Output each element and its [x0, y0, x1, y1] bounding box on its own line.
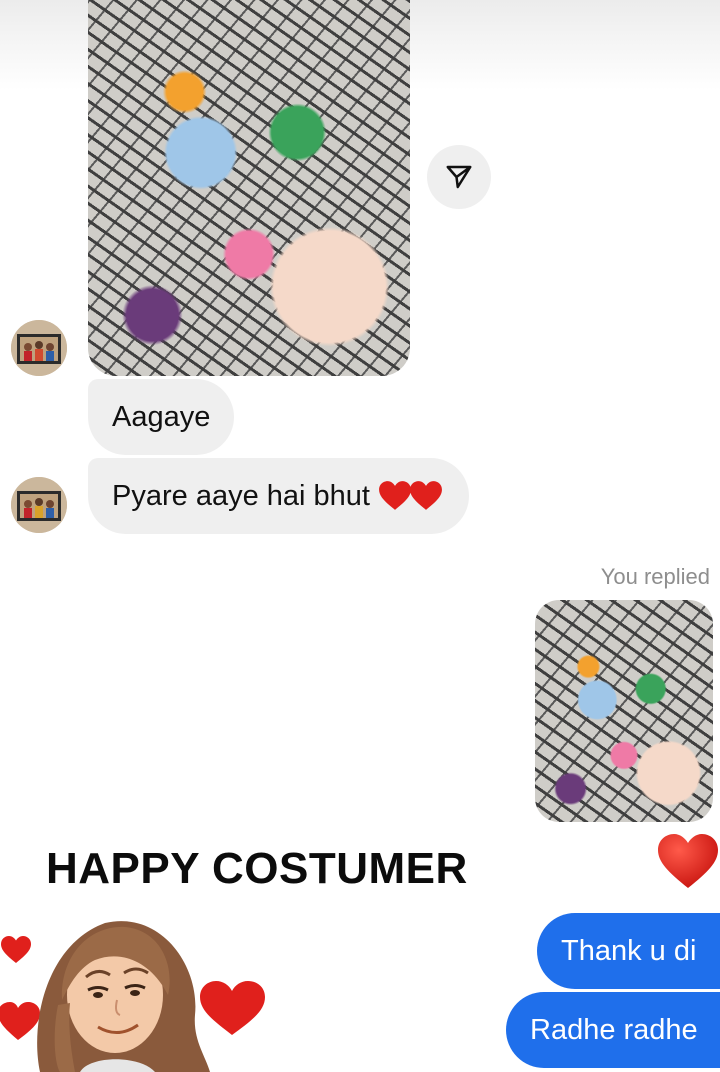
incoming-message[interactable]: Aagaye — [88, 379, 235, 455]
reply-label: You replied — [600, 564, 710, 589]
received-photo[interactable] — [88, 0, 410, 376]
outgoing-message[interactable]: Thank u di — [537, 913, 720, 989]
message-text: Radhe radhe — [530, 1013, 698, 1046]
heart-reaction[interactable] — [656, 832, 720, 897]
outgoing-message[interactable]: Radhe radhe — [506, 992, 720, 1068]
incoming-message[interactable]: Pyare aaye hai bhut — [88, 458, 469, 534]
heart-icon — [658, 834, 718, 888]
share-button[interactable] — [427, 145, 491, 209]
replied-photo[interactable] — [535, 600, 713, 822]
girl-avatar-sticker-icon — [0, 921, 265, 1072]
hearts-emoji — [378, 480, 443, 512]
heart-icon — [410, 481, 442, 510]
girl-avatar-sticker — [0, 905, 270, 1072]
sender-avatar[interactable] — [11, 477, 67, 533]
message-text: Pyare aaye hai bhut — [112, 479, 370, 512]
message-text: Aagaye — [112, 400, 211, 433]
send-icon — [446, 165, 472, 189]
overlay-caption: HAPPY COSTUMER — [46, 844, 468, 893]
message-text: Thank u di — [561, 934, 697, 967]
heart-icon — [379, 481, 411, 510]
sender-avatar[interactable] — [11, 320, 67, 376]
